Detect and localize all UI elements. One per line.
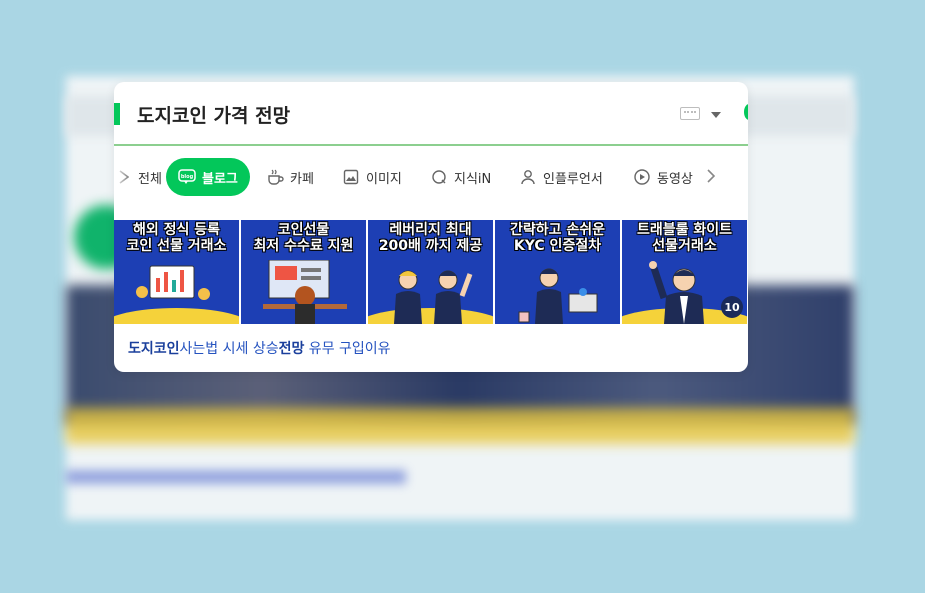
thumbnail-title-line1: 코인선물: [277, 222, 330, 238]
thumbnail-title-line1: 해외 정식 등록: [132, 222, 221, 238]
search-input[interactable]: 도지코인 가격 전망: [137, 101, 290, 128]
tabs-fade: [114, 158, 128, 196]
tab-knowledge[interactable]: 지식iN: [430, 158, 491, 196]
image-count-badge: 10: [721, 296, 743, 318]
tab-video[interactable]: 동영상: [633, 158, 693, 196]
knowledge-icon: [430, 168, 448, 186]
thumbnail-yellow-base: [114, 308, 239, 324]
chevron-right-icon[interactable]: [706, 168, 716, 188]
background-link: [66, 470, 406, 484]
thumbnail[interactable]: 간략하고 손쉬운 KYC 인증절차: [495, 220, 620, 324]
trading-chart-illustration: [136, 265, 210, 300]
tab-influencer[interactable]: 인플루언서: [519, 158, 603, 196]
tab-cafe-label: 카페: [290, 171, 314, 187]
thumbnail-title-line2: 최저 수수료 지원: [253, 238, 354, 254]
result-title-link[interactable]: 도지코인사는법 시세 상승전망 유무 구입이유: [128, 338, 391, 358]
caret-down-icon[interactable]: [711, 112, 721, 118]
cafe-icon: [266, 168, 284, 186]
influencer-icon: [519, 168, 537, 186]
tab-cafe[interactable]: 카페: [266, 158, 314, 196]
tab-blog[interactable]: blog 블로그: [166, 158, 250, 196]
background-banner: [66, 408, 854, 444]
image-thumbnails: 해외 정식 등록 코인 선물 거래소 코인선물 최저 수수료 지원 레버리지 최…: [114, 220, 748, 324]
kyc-illustration: [518, 268, 598, 324]
thumbnail-title-line2: KYC 인증절차: [513, 238, 602, 254]
thumbnail-title-line1: 트래블룰 화이트: [636, 222, 733, 238]
tab-knowledge-label: 지식iN: [454, 171, 492, 187]
result-title-text: 유무 구입이유: [304, 341, 391, 357]
result-title-highlight: 도지코인: [128, 341, 180, 357]
thumbnail[interactable]: 트래블룰 화이트 선물거래소 10: [622, 220, 747, 324]
thumbnail-title-line2: 선물거래소: [652, 238, 717, 254]
tab-all-label: 전체: [138, 171, 162, 187]
search-accent-bar: [114, 103, 120, 125]
person-waving-illustration: [649, 261, 704, 324]
search-tabs: 전체 blog 블로그 카페 이미지 지식iN 인플루언서 동영상: [114, 158, 748, 196]
blog-icon: blog: [178, 168, 196, 186]
result-title-highlight: 전망: [278, 341, 305, 357]
search-bar[interactable]: 도지코인 가격 전망: [114, 82, 748, 146]
result-title-text: 사는법 시세 상승: [179, 341, 279, 357]
svg-text:blog: blog: [181, 174, 194, 180]
tab-video-label: 동영상: [657, 171, 693, 187]
thumbnail-title-line1: 레버리지 최대: [389, 222, 472, 238]
search-button[interactable]: [744, 104, 748, 120]
thumbnail[interactable]: 해외 정식 등록 코인 선물 거래소: [114, 220, 239, 324]
tab-image-label: 이미지: [366, 171, 402, 187]
thumbnail[interactable]: 레버리지 최대 200배 까지 제공: [368, 220, 493, 324]
thumbnail-title-line1: 간략하고 손쉬운: [509, 222, 606, 238]
thumbnail-title-line2: 코인 선물 거래소: [126, 238, 227, 254]
thumbnail[interactable]: 코인선물 최저 수수료 지원: [241, 220, 366, 324]
keyboard-icon[interactable]: [680, 107, 700, 120]
desk-illustration: [263, 260, 347, 324]
tab-influencer-label: 인플루언서: [543, 171, 603, 187]
tab-blog-label: 블로그: [202, 171, 238, 187]
image-icon: [342, 168, 360, 186]
thumbnail-title-line2: 200배 까지 제공: [378, 238, 483, 254]
video-icon: [633, 168, 651, 186]
people-illustration: [394, 270, 473, 324]
tab-image[interactable]: 이미지: [342, 158, 402, 196]
search-result-card: 도지코인 가격 전망 전체 blog 블로그 카페 이미지 지식iN 인플루언서…: [114, 82, 748, 372]
